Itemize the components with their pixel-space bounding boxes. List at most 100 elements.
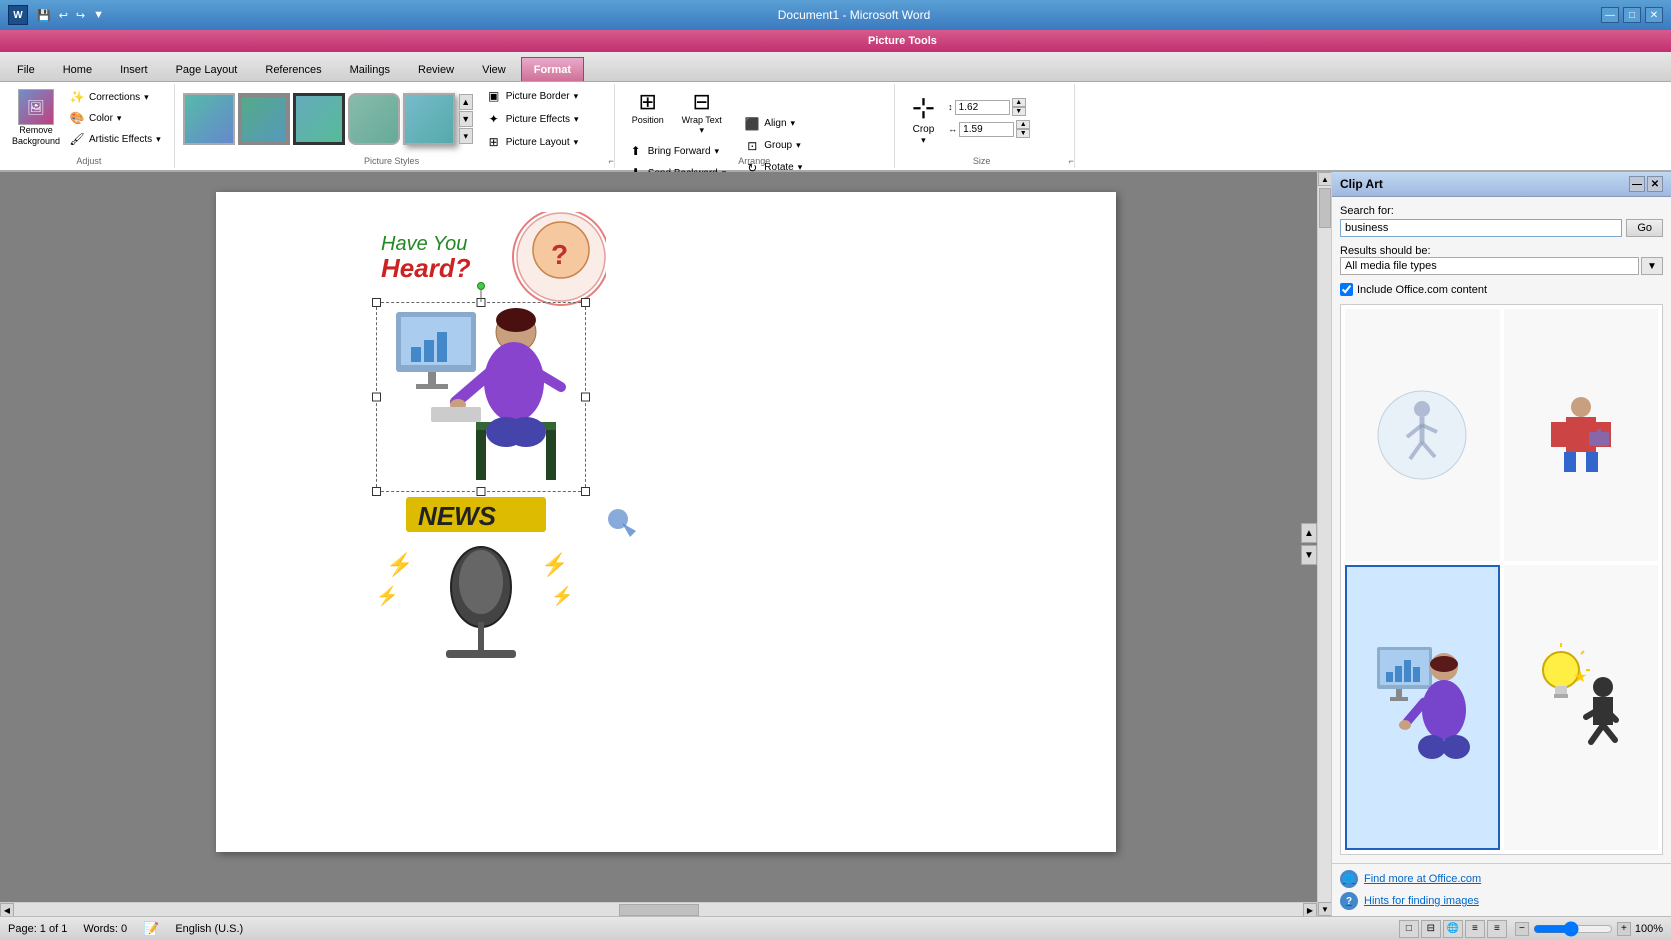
tab-insert[interactable]: Insert (107, 57, 161, 81)
style-thumb-2[interactable] (238, 93, 290, 145)
include-office-checkbox[interactable] (1340, 283, 1353, 296)
handle-ml[interactable] (372, 393, 381, 402)
search-row: Go (1340, 219, 1663, 237)
results-dropdown[interactable]: All media file types (1340, 257, 1639, 275)
zoom-out-btn[interactable]: − (1515, 922, 1529, 936)
height-up-btn[interactable]: ▲ (1012, 98, 1026, 107)
hints-link[interactable]: ? Hints for finding images (1340, 892, 1663, 910)
height-input[interactable] (955, 100, 1010, 115)
tab-references[interactable]: References (252, 57, 334, 81)
svg-text:NEWS: NEWS (418, 501, 497, 531)
handle-mr[interactable] (581, 393, 590, 402)
search-input[interactable] (1340, 219, 1622, 237)
image-container[interactable]: ? Have You Heard? (376, 302, 586, 492)
handle-tl[interactable] (372, 298, 381, 307)
style-thumb-1[interactable] (183, 93, 235, 145)
nav-up-btn[interactable]: ▲ (1301, 523, 1317, 543)
clip-item-3[interactable] (1345, 565, 1500, 851)
nav-down-btn[interactable]: ▼ (1301, 545, 1317, 565)
zoom-in-btn[interactable]: + (1617, 922, 1631, 936)
scroll-left-btn[interactable]: ◀ (0, 903, 14, 916)
status-bar: Page: 1 of 1 Words: 0 📝 English (U.S.) □… (0, 916, 1671, 940)
results-select: All media file types ▼ (1340, 257, 1663, 275)
clip-item-4[interactable]: ★ (1504, 565, 1659, 851)
panel-close-btn[interactable]: ✕ (1647, 176, 1663, 192)
zoom-bar: − + 100% (1515, 922, 1663, 936)
tab-mailings[interactable]: Mailings (337, 57, 403, 81)
size-expand-btn[interactable]: ⌐ (1068, 156, 1073, 166)
remove-background-btn[interactable]: 🖼 Remove Background (12, 86, 60, 150)
group-btn[interactable]: ⊡ Group ▾ (739, 136, 807, 156)
width-input[interactable] (959, 122, 1014, 137)
zoom-slider[interactable] (1533, 923, 1613, 935)
color-btn[interactable]: 🎨 Color ▾ (64, 108, 166, 128)
go-button[interactable]: Go (1626, 219, 1663, 237)
tab-home[interactable]: Home (50, 57, 105, 81)
maximize-btn[interactable]: □ (1623, 7, 1641, 23)
full-reading-btn[interactable]: ⊟ (1421, 920, 1441, 938)
rotation-handle[interactable] (477, 282, 485, 290)
redo-quick-btn[interactable]: ↪ (73, 8, 88, 23)
h-scroll-track[interactable] (14, 903, 1303, 916)
picture-layout-btn[interactable]: ⊞ Picture Layout ▾ (481, 132, 584, 152)
undo-quick-btn[interactable]: ↩ (56, 8, 71, 23)
clip-item-2[interactable] (1504, 309, 1659, 561)
style-thumb-5[interactable] (403, 93, 455, 145)
width-up-btn[interactable]: ▲ (1016, 120, 1030, 129)
styles-expand-btn[interactable]: ⌐ (608, 156, 613, 166)
v-scroll-thumb[interactable] (1319, 188, 1331, 228)
wrap-text-btn[interactable]: ⊟ Wrap Text ▾ (677, 86, 727, 139)
style-thumb-4[interactable] (348, 93, 400, 145)
style-scroll-more[interactable]: ▾ (459, 128, 473, 144)
results-dropdown-btn[interactable]: ▼ (1641, 257, 1663, 275)
document-page[interactable]: ? Have You Heard? (216, 192, 1116, 852)
handle-tr[interactable] (581, 298, 590, 307)
style-scroll-up[interactable]: ▲ (459, 94, 473, 110)
customize-quick-btn[interactable]: ▼ (90, 8, 107, 23)
web-layout-btn[interactable]: 🌐 (1443, 920, 1463, 938)
scroll-right-btn[interactable]: ▶ (1303, 903, 1317, 916)
mouse-cursor (606, 507, 636, 540)
close-btn[interactable]: ✕ (1645, 7, 1663, 23)
tab-view[interactable]: View (469, 57, 519, 81)
svg-text:★: ★ (1573, 669, 1587, 686)
outline-btn[interactable]: ≡ (1465, 920, 1485, 938)
picture-effects-icon: ✦ (486, 111, 502, 127)
crop-btn[interactable]: ⊹ Crop ▾ (903, 88, 944, 149)
scroll-up-btn[interactable]: ▲ (1318, 172, 1331, 186)
style-thumb-3[interactable] (293, 93, 345, 145)
tab-file[interactable]: File (4, 57, 48, 81)
selected-image[interactable] (376, 302, 586, 492)
tab-format[interactable]: Format (521, 57, 584, 81)
v-scroll-track[interactable] (1318, 186, 1331, 902)
tab-page-layout[interactable]: Page Layout (163, 57, 251, 81)
have-you-heard-text: ? Have You Heard? (376, 212, 606, 315)
width-down-btn[interactable]: ▼ (1016, 129, 1030, 138)
document-area[interactable]: ▲ ▼ ◀ ▶ ▲ ▼ (0, 172, 1331, 916)
scroll-down-btn[interactable]: ▼ (1318, 902, 1331, 916)
save-quick-btn[interactable]: 💾 (34, 8, 54, 23)
picture-effects-btn[interactable]: ✦ Picture Effects ▾ (481, 109, 584, 129)
height-down-btn[interactable]: ▼ (1012, 107, 1026, 116)
clip-item-1[interactable] (1345, 309, 1500, 561)
h-scroll-thumb[interactable] (619, 904, 699, 916)
panel-minimize-btn[interactable]: — (1629, 176, 1645, 192)
search-label: Search for: (1340, 205, 1663, 217)
position-btn[interactable]: ⊞ Position (623, 86, 673, 139)
artistic-effects-btn[interactable]: 🖌 Artistic Effects ▾ (64, 129, 166, 149)
words-status: Words: 0 (83, 923, 127, 935)
tab-review[interactable]: Review (405, 57, 467, 81)
search-section: Search for: Go (1340, 205, 1663, 237)
minimize-btn[interactable]: — (1601, 7, 1619, 23)
align-icon: ⬛ (744, 116, 760, 132)
draft-btn[interactable]: ≡ (1487, 920, 1507, 938)
print-view-btn[interactable]: □ (1399, 920, 1419, 938)
align-btn[interactable]: ⬛ Align ▾ (739, 114, 807, 134)
height-row: ↕ ▲ ▼ (948, 98, 1030, 116)
style-scroll-down[interactable]: ▼ (459, 111, 473, 127)
corrections-btn[interactable]: ✨ Corrections ▾ (64, 87, 166, 107)
size-group-content: ⊹ Crop ▾ ↕ ▲ ▼ ↔ ▲ ▼ (903, 86, 1030, 166)
picture-border-btn[interactable]: ▣ Picture Border ▾ (481, 86, 584, 106)
office-link[interactable]: 🌐 Find more at Office.com (1340, 870, 1663, 888)
page-status-text: Page: 1 of 1 (8, 923, 67, 935)
